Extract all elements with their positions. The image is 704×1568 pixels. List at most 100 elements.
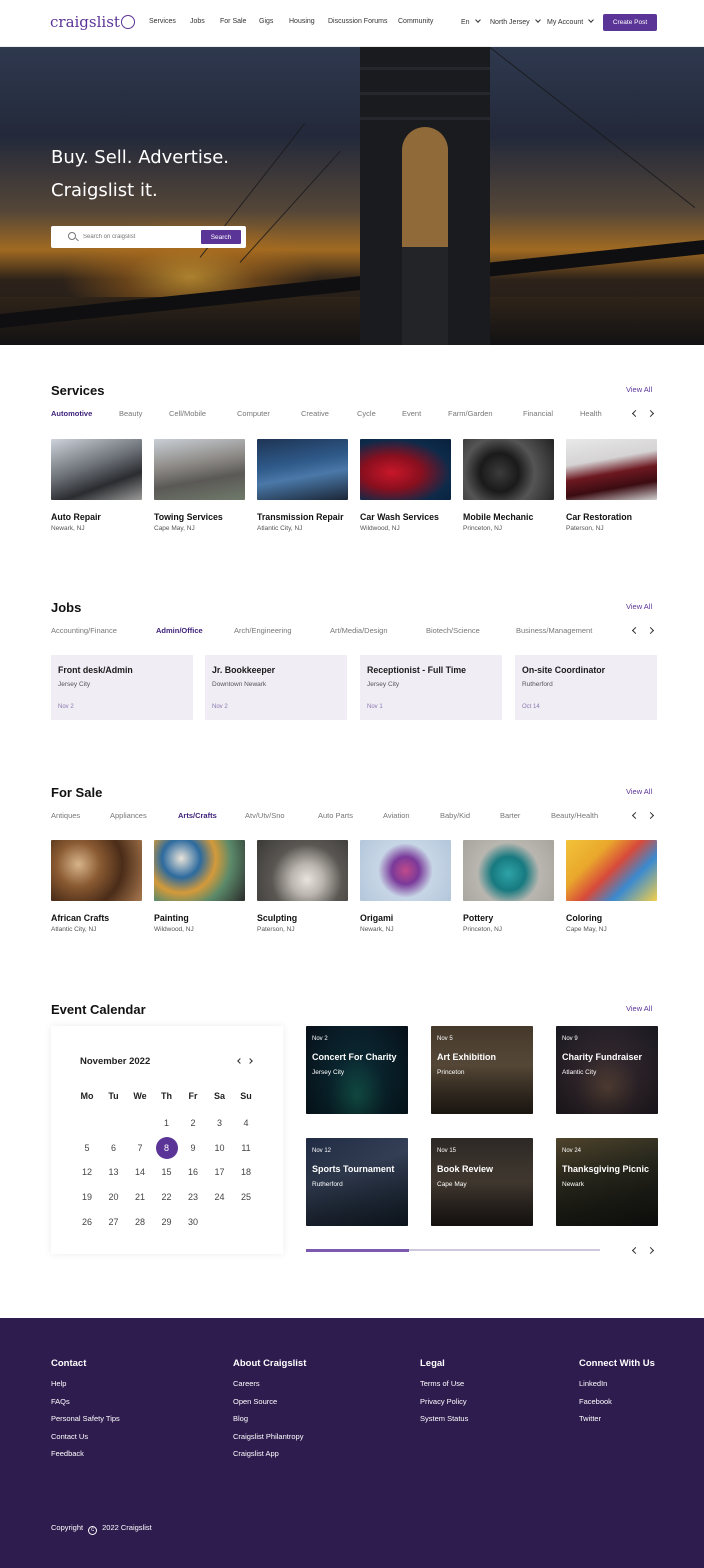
job-card[interactable]: Front desk/Admin Jersey City Nov 2	[51, 655, 193, 720]
chevron-left-icon[interactable]	[237, 1058, 243, 1064]
calendar-day[interactable]: 24	[208, 1187, 232, 1207]
for-sale-card[interactable]: Coloring Cape May, NJ	[566, 840, 657, 933]
footer-link-craigslist-app[interactable]: Craigslist App	[233, 1449, 306, 1458]
calendar-day[interactable]: 29	[155, 1212, 179, 1232]
event-card[interactable]: Nov 2 Concert For Charity Jersey City	[306, 1026, 408, 1114]
event-card[interactable]: Nov 24 Thanksgiving Picnic Newark	[556, 1138, 658, 1226]
tab-health[interactable]: Health	[580, 409, 602, 418]
calendar-day[interactable]: 11	[234, 1138, 258, 1158]
chevron-left-icon[interactable]	[631, 626, 640, 635]
calendar-day[interactable]: 28	[128, 1212, 152, 1232]
tab-auto-parts[interactable]: Auto Parts	[318, 811, 353, 820]
calendar-day[interactable]: 16	[181, 1162, 205, 1182]
service-card[interactable]: Auto Repair Newark, NJ	[51, 439, 142, 532]
tab-biotech-science[interactable]: Biotech/Science	[426, 626, 480, 635]
footer-link-privacy-policy[interactable]: Privacy Policy	[420, 1397, 468, 1406]
tab-computer[interactable]: Computer	[237, 409, 270, 418]
calendar-day[interactable]: 13	[102, 1162, 126, 1182]
calendar-day[interactable]: 15	[155, 1162, 179, 1182]
footer-link-careers[interactable]: Careers	[233, 1379, 306, 1388]
service-card[interactable]: Car Restoration Paterson, NJ	[566, 439, 657, 532]
service-card[interactable]: Transmission Repair Atlantic City, NJ	[257, 439, 348, 532]
service-card[interactable]: Towing Services Cape May, NJ	[154, 439, 245, 532]
footer-link-personal-safety-tips[interactable]: Personal Safety Tips	[51, 1414, 120, 1423]
calendar-day[interactable]: 14	[128, 1162, 152, 1182]
service-card[interactable]: Car Wash Services Wildwood, NJ	[360, 439, 451, 532]
for-sale-card[interactable]: Sculpting Paterson, NJ	[257, 840, 348, 933]
tab-antiques[interactable]: Antiques	[51, 811, 80, 820]
for-sale-card[interactable]: Painting Wildwood, NJ	[154, 840, 245, 933]
nav-community[interactable]: Community	[398, 18, 433, 25]
calendar-day[interactable]: 27	[102, 1212, 126, 1232]
tab-beauty-health[interactable]: Beauty/Health	[551, 811, 598, 820]
for-sale-card[interactable]: African Crafts Atlantic City, NJ	[51, 840, 142, 933]
footer-link-system-status[interactable]: System Status	[420, 1414, 468, 1423]
account-dropdown[interactable]: My Account	[547, 17, 595, 26]
calendar-day[interactable]: 18	[234, 1162, 258, 1182]
nav-jobs[interactable]: Jobs	[190, 18, 205, 25]
search-input[interactable]	[83, 230, 203, 244]
calendar-day[interactable]: 7	[128, 1138, 152, 1158]
nav-for-sale[interactable]: For Sale	[220, 18, 246, 25]
chevron-right-icon[interactable]	[646, 811, 655, 820]
footer-link-contact-us[interactable]: Contact Us	[51, 1432, 120, 1441]
service-card[interactable]: Mobile Mechanic Princeton, NJ	[463, 439, 554, 532]
job-card[interactable]: Receptionist - Full Time Jersey City Nov…	[360, 655, 502, 720]
events-view-all[interactable]: View All	[626, 1004, 652, 1013]
calendar-day[interactable]: 5	[75, 1138, 99, 1158]
nav-housing[interactable]: Housing	[289, 18, 315, 25]
calendar-day[interactable]: 22	[155, 1187, 179, 1207]
create-post-button[interactable]: Create Post	[603, 14, 657, 31]
search-button[interactable]: Search	[201, 230, 241, 244]
calendar-day[interactable]: 2	[181, 1113, 205, 1133]
footer-link-philantropy[interactable]: Craigslist Philantropy	[233, 1432, 306, 1441]
tab-atv-utv-sno[interactable]: Atv/Utv/Sno	[245, 811, 285, 820]
tab-arts-crafts[interactable]: Arts/Crafts	[178, 811, 217, 820]
tab-cell-mobile[interactable]: Cell/Mobile	[169, 409, 206, 418]
for-sale-card[interactable]: Pottery Princeton, NJ	[463, 840, 554, 933]
footer-link-help[interactable]: Help	[51, 1379, 120, 1388]
calendar-day-selected[interactable]: 8	[155, 1136, 179, 1159]
chevron-right-icon[interactable]	[646, 1246, 655, 1255]
tab-admin-office[interactable]: Admin/Office	[156, 626, 203, 635]
event-card[interactable]: Nov 5 Art Exhibition Princeton	[431, 1026, 533, 1114]
nav-gigs[interactable]: Gigs	[259, 18, 273, 25]
job-card[interactable]: Jr. Bookkeeper Downtown Newark Nov 2	[205, 655, 347, 720]
footer-link-blog[interactable]: Blog	[233, 1414, 306, 1423]
calendar-day[interactable]: 17	[208, 1162, 232, 1182]
calendar-day[interactable]: 25	[234, 1187, 258, 1207]
tab-accounting-finance[interactable]: Accounting/Finance	[51, 626, 117, 635]
craigslist-logo[interactable]: craigslist	[50, 13, 135, 31]
calendar-day[interactable]: 20	[102, 1187, 126, 1207]
chevron-right-icon[interactable]	[247, 1058, 253, 1064]
tab-art-media-design[interactable]: Art/Media/Design	[330, 626, 388, 635]
calendar-day[interactable]: 9	[181, 1138, 205, 1158]
calendar-day[interactable]: 1	[155, 1113, 179, 1133]
calendar-day[interactable]: 4	[234, 1113, 258, 1133]
calendar-day[interactable]: 12	[75, 1162, 99, 1182]
footer-link-facebook[interactable]: Facebook	[579, 1397, 655, 1406]
footer-link-open-source[interactable]: Open Source	[233, 1397, 306, 1406]
tab-financial[interactable]: Financial	[523, 409, 553, 418]
tab-baby-kid[interactable]: Baby/Kid	[440, 811, 470, 820]
tab-beauty[interactable]: Beauty	[119, 409, 142, 418]
footer-link-faqs[interactable]: FAQs	[51, 1397, 120, 1406]
footer-link-feedback[interactable]: Feedback	[51, 1449, 120, 1458]
tab-business-management[interactable]: Business/Management	[516, 626, 592, 635]
nav-services[interactable]: Services	[149, 18, 176, 25]
tab-appliances[interactable]: Appliances	[110, 811, 147, 820]
calendar-day[interactable]: 6	[102, 1138, 126, 1158]
jobs-view-all[interactable]: View All	[626, 602, 652, 611]
for-sale-view-all[interactable]: View All	[626, 787, 652, 796]
chevron-right-icon[interactable]	[646, 409, 655, 418]
event-card[interactable]: Nov 12 Sports Tournament Rutherford	[306, 1138, 408, 1226]
job-card[interactable]: On-site Coordinator Rutherford Oct 14	[515, 655, 657, 720]
footer-link-linkedin[interactable]: LinkedIn	[579, 1379, 655, 1388]
chevron-right-icon[interactable]	[646, 626, 655, 635]
calendar-day[interactable]: 3	[208, 1113, 232, 1133]
location-dropdown[interactable]: North Jersey	[490, 17, 541, 26]
tab-creative[interactable]: Creative	[301, 409, 329, 418]
event-card[interactable]: Nov 15 Book Review Cape May	[431, 1138, 533, 1226]
calendar-day[interactable]: 23	[181, 1187, 205, 1207]
event-card[interactable]: Nov 9 Charity Fundraiser Atlantic City	[556, 1026, 658, 1114]
